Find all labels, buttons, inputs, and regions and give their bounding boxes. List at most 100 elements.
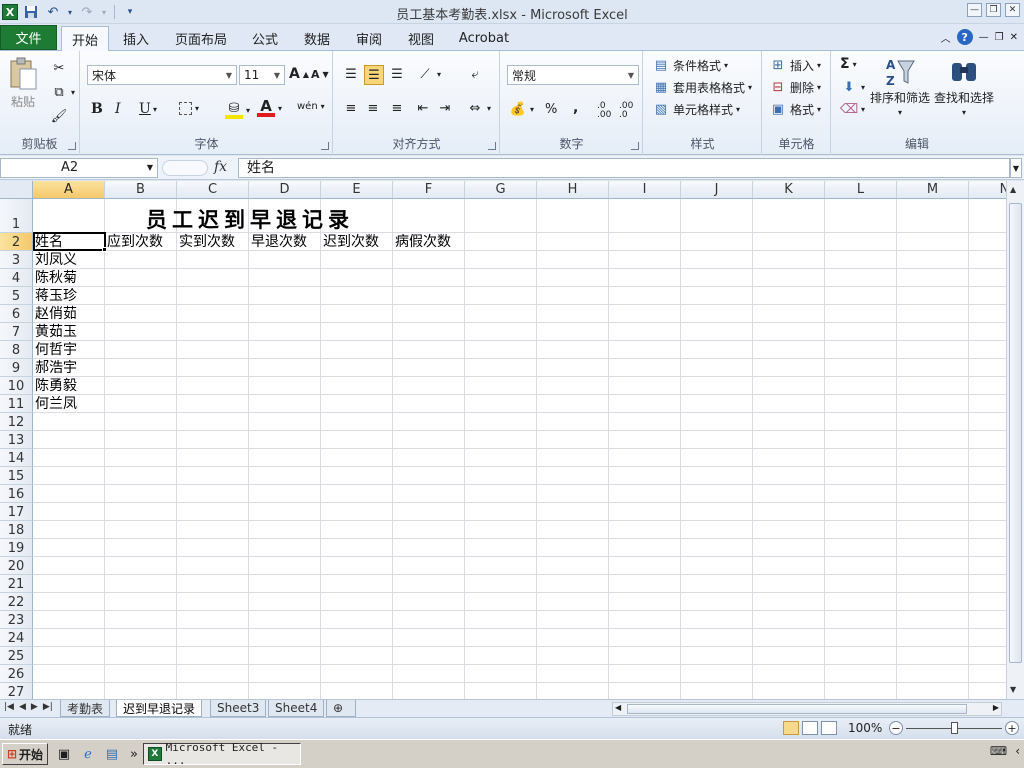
name-cell[interactable]: 黄茹玉 (35, 323, 77, 341)
row-header-3[interactable]: 3 (0, 251, 33, 269)
sheet-title-cell[interactable]: 员工迟到早退记录 (146, 204, 354, 234)
orientation-button[interactable]: ⟋ ▾ (416, 65, 441, 83)
row-header-16[interactable]: 16 (0, 485, 33, 503)
tab-data[interactable]: 数据 (298, 26, 336, 50)
chevron-down-icon[interactable]: ▼ (147, 163, 153, 172)
column-header-j[interactable]: J (681, 181, 753, 199)
font-launcher-icon[interactable] (321, 142, 329, 150)
row-header-26[interactable]: 26 (0, 665, 33, 683)
font-size-combo[interactable]: 11 ▼ (239, 65, 285, 85)
row-header-7[interactable]: 7 (0, 323, 33, 341)
row-header-2[interactable]: 2 (0, 233, 33, 251)
desktop-icon[interactable]: ▣ (56, 746, 72, 762)
row-header-27[interactable]: 27 (0, 683, 33, 699)
align-bottom-button[interactable]: ☰ (388, 65, 406, 83)
row-header-4[interactable]: 4 (0, 269, 33, 287)
decrease-decimal-button[interactable]: .00 .0 (619, 102, 641, 120)
name-cell[interactable]: 蒋玉珍 (35, 287, 77, 305)
wrap-text-button[interactable]: ⤶ (466, 65, 484, 83)
header-cell[interactable]: 实到次数 (179, 233, 235, 251)
first-sheet-icon[interactable]: |◀ (4, 702, 14, 712)
row-header-21[interactable]: 21 (0, 575, 33, 593)
insert-function-button[interactable]: fx (214, 159, 227, 175)
tab-page-layout[interactable]: 页面布局 (170, 26, 232, 50)
phonetic-button[interactable]: wén ▾ (297, 101, 325, 112)
row-header-17[interactable]: 17 (0, 503, 33, 521)
format-painter-button[interactable]: 🖌 (50, 107, 68, 125)
conditional-formatting-button[interactable]: ▤ 条件格式 ▾ (652, 56, 728, 74)
scroll-right-icon[interactable]: ▶ (993, 703, 999, 712)
row-header-14[interactable]: 14 (0, 449, 33, 467)
format-as-table-button[interactable]: ▦ 套用表格格式 ▾ (652, 78, 752, 96)
clear-button[interactable]: ⌫ ▾ (840, 100, 865, 118)
delete-cells-button[interactable]: ⊟ 删除 ▾ (769, 78, 821, 96)
row-header-8[interactable]: 8 (0, 341, 33, 359)
row-header-13[interactable]: 13 (0, 431, 33, 449)
cell-styles-button[interactable]: ▧ 单元格样式 ▾ (652, 100, 740, 118)
accounting-format-button[interactable]: 💰 ▾ (509, 100, 534, 118)
column-header-b[interactable]: B (105, 181, 177, 199)
restore-button[interactable]: ❐ (986, 3, 1001, 17)
column-header-f[interactable]: F (393, 181, 465, 199)
insert-cells-button[interactable]: ⊞ 插入 ▾ (769, 56, 821, 74)
comma-button[interactable]: , (573, 100, 578, 116)
last-sheet-icon[interactable]: ▶| (43, 702, 53, 712)
increase-indent-button[interactable]: ⇥ (436, 99, 454, 117)
name-cell[interactable]: 刘凤义 (35, 251, 77, 269)
column-header-d[interactable]: D (249, 181, 321, 199)
column-header-e[interactable]: E (321, 181, 393, 199)
name-cell[interactable]: 郝浩宇 (35, 359, 77, 377)
keyboard-icon[interactable]: ⌨ (990, 744, 1007, 758)
column-header-i[interactable]: I (609, 181, 681, 199)
next-sheet-icon[interactable]: ▶ (31, 702, 38, 712)
align-middle-button[interactable]: ☰ (364, 65, 384, 85)
grow-font-button[interactable]: A ▲ (289, 66, 309, 82)
name-cell[interactable]: 赵俏茹 (35, 305, 77, 323)
row-header-9[interactable]: 9 (0, 359, 33, 377)
vertical-scrollbar[interactable]: ▲ ▼ (1006, 181, 1024, 699)
underline-button[interactable]: U (139, 101, 151, 117)
shrink-font-button[interactable]: A ▼ (311, 68, 329, 81)
name-box[interactable]: A2 ▼ (0, 158, 158, 178)
row-header-25[interactable]: 25 (0, 647, 33, 665)
header-cell[interactable]: 应到次数 (107, 233, 163, 251)
align-top-button[interactable]: ☰ (342, 65, 360, 83)
column-header-k[interactable]: K (753, 181, 825, 199)
tab-formulas[interactable]: 公式 (246, 26, 284, 50)
horizontal-scrollbar[interactable]: ◀ ▶ (612, 702, 1002, 716)
row-header-1[interactable]: 1 (0, 199, 33, 233)
bold-button[interactable]: B (91, 101, 103, 117)
tab-home[interactable]: 开始 (61, 26, 109, 52)
sheet-tab-sheet3[interactable]: Sheet3 (210, 700, 267, 717)
row-header-5[interactable]: 5 (0, 287, 33, 305)
row-header-22[interactable]: 22 (0, 593, 33, 611)
paste-button[interactable]: 粘贴 (8, 57, 38, 110)
header-cell[interactable]: 早退次数 (251, 233, 307, 251)
number-launcher-icon[interactable] (631, 142, 639, 150)
italic-button[interactable]: I (115, 101, 121, 117)
formula-input[interactable]: 姓名 (238, 158, 1010, 178)
close-button[interactable]: ✕ (1005, 3, 1020, 17)
insert-sheet-icon[interactable]: ⊕ (326, 700, 356, 717)
zoom-slider-thumb[interactable] (951, 722, 958, 734)
copy-button[interactable]: ⧉ ▾ (50, 83, 75, 101)
doc-restore-icon[interactable]: ❐ (995, 32, 1004, 43)
row-header-18[interactable]: 18 (0, 521, 33, 539)
alignment-launcher-icon[interactable] (488, 142, 496, 150)
fill-color-button[interactable]: ⛁ ▾ (225, 101, 250, 119)
page-break-view-button[interactable] (821, 721, 837, 735)
page-layout-view-button[interactable] (802, 721, 818, 735)
zoom-level[interactable]: 100% (848, 721, 882, 735)
tray-expand-icon[interactable]: ‹ (1015, 744, 1020, 758)
more-shortcuts-icon[interactable]: » (126, 746, 142, 762)
select-all-corner[interactable] (0, 181, 33, 199)
align-right-button[interactable]: ≡ (388, 99, 406, 117)
tab-acrobat[interactable]: Acrobat (454, 26, 514, 50)
column-header-c[interactable]: C (177, 181, 249, 199)
scroll-down-icon[interactable]: ▼ (1010, 685, 1016, 694)
increase-decimal-button[interactable]: .0 .00 (597, 102, 617, 120)
format-cells-button[interactable]: ▣ 格式 ▾ (769, 100, 821, 118)
column-header-g[interactable]: G (465, 181, 537, 199)
number-format-combo[interactable]: 常规 ▼ (507, 65, 639, 85)
tab-view[interactable]: 视图 (402, 26, 440, 50)
